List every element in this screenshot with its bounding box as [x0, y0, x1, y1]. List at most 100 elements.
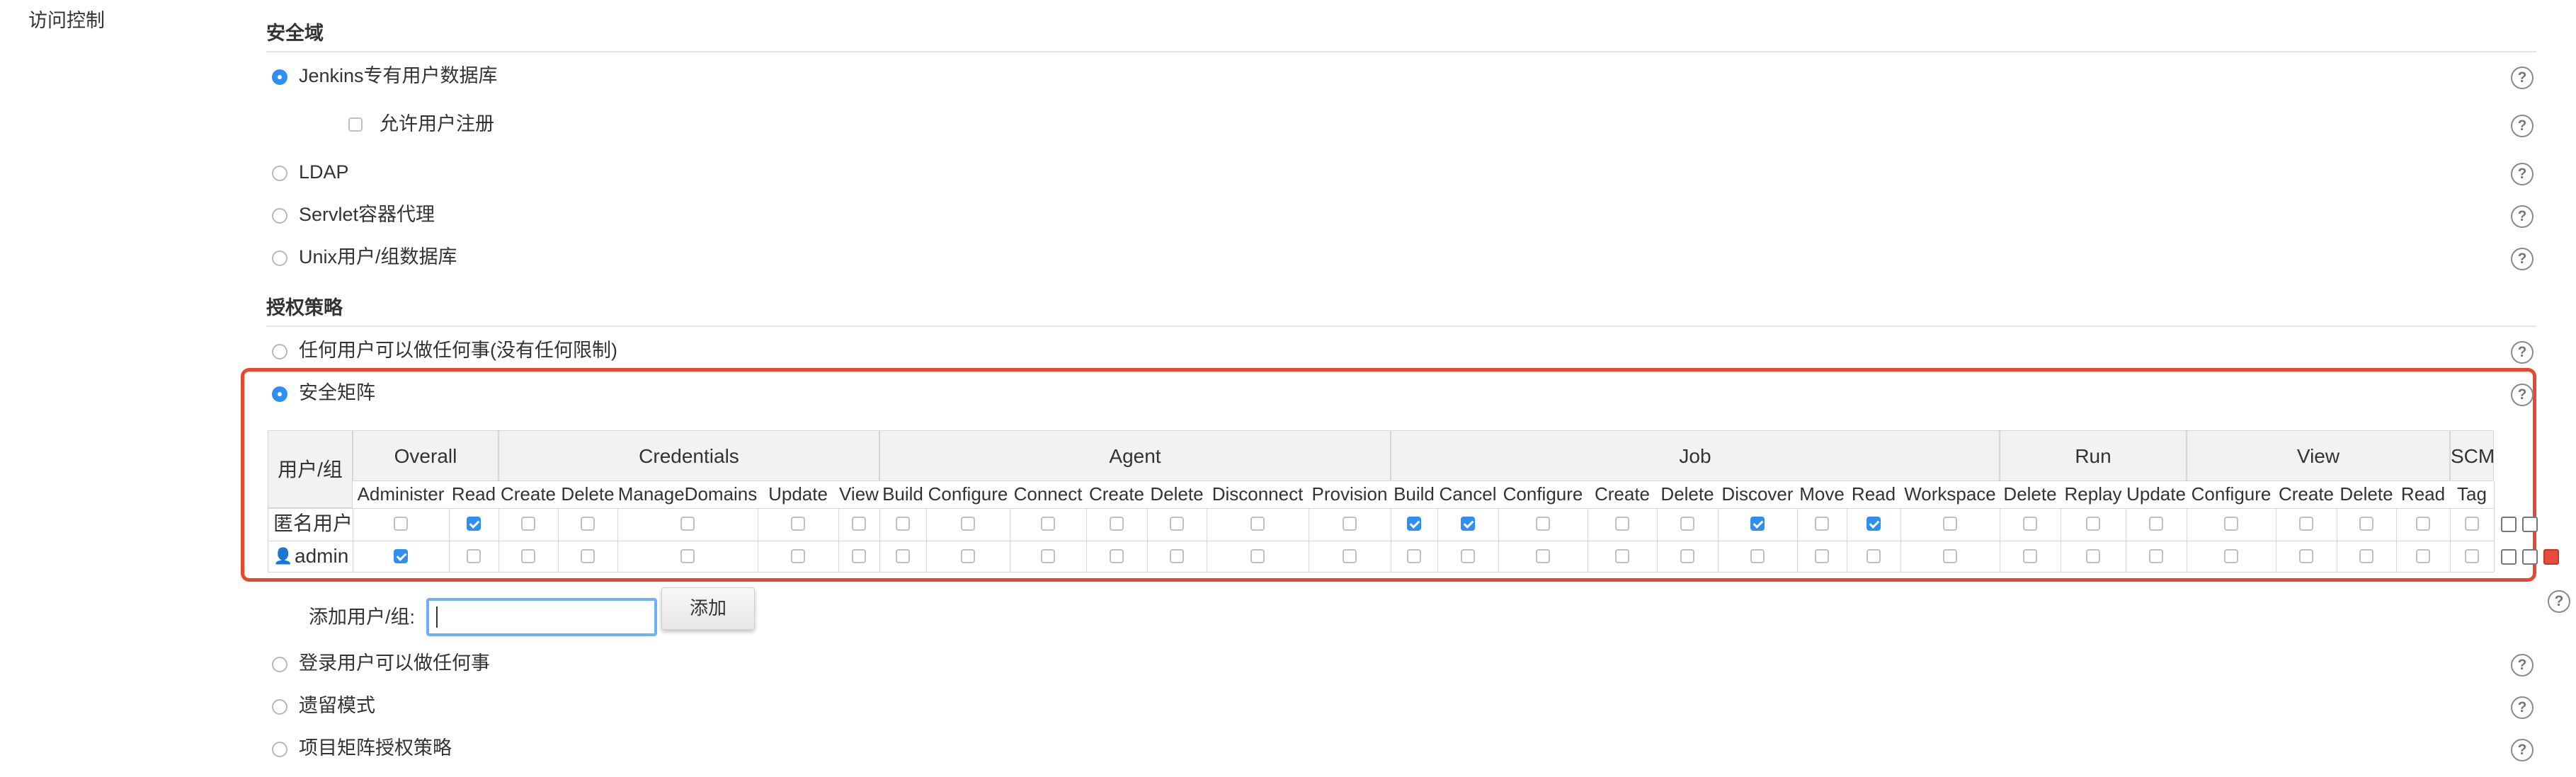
- permission-checkbox[interactable]: [1815, 549, 1829, 563]
- help-icon[interactable]: ?: [2511, 67, 2534, 89]
- permission-checkbox[interactable]: [581, 549, 595, 563]
- help-icon[interactable]: ?: [2511, 163, 2534, 185]
- permission-checkbox[interactable]: [1943, 549, 1957, 563]
- auth-radio-anyone[interactable]: [272, 344, 287, 359]
- permission-checkbox[interactable]: [1750, 549, 1765, 563]
- help-icon[interactable]: ?: [2511, 341, 2534, 364]
- permission-checkbox[interactable]: [1110, 549, 1124, 563]
- copy-icon[interactable]: [2522, 517, 2538, 532]
- permission-checkbox[interactable]: [1041, 549, 1055, 563]
- permission-checkbox[interactable]: [2023, 517, 2037, 531]
- add-user-input[interactable]: [426, 598, 657, 636]
- help-icon[interactable]: ?: [2511, 696, 2534, 719]
- permission-checkbox[interactable]: [394, 549, 408, 563]
- help-icon[interactable]: ?: [2511, 384, 2534, 406]
- permission-checkbox[interactable]: [1943, 517, 1957, 531]
- allow-signup-checkbox[interactable]: [348, 117, 363, 132]
- permission-checkbox[interactable]: [1536, 549, 1550, 563]
- help-icon[interactable]: ?: [2511, 654, 2534, 677]
- permission-checkbox[interactable]: [2465, 517, 2479, 531]
- permission-checkbox[interactable]: [852, 517, 866, 531]
- permission-checkbox[interactable]: [2465, 549, 2479, 563]
- matrix-perm-credentials-managedomains: ManageDomains: [617, 483, 758, 505]
- permission-checkbox[interactable]: [2299, 549, 2313, 563]
- help-icon[interactable]: ?: [2511, 115, 2534, 137]
- help-icon[interactable]: ?: [2548, 590, 2570, 613]
- realm-radio-jenkins-db[interactable]: [272, 69, 287, 85]
- auth-radio-matrix[interactable]: [272, 386, 287, 402]
- help-icon[interactable]: ?: [2511, 205, 2534, 228]
- permission-checkbox[interactable]: [2149, 517, 2163, 531]
- permission-checkbox[interactable]: [1867, 549, 1881, 563]
- matrix-perm-credentials-delete: Delete: [561, 483, 615, 505]
- check-all-icon[interactable]: [2501, 549, 2517, 565]
- permission-checkbox[interactable]: [1461, 517, 1475, 531]
- permission-checkbox[interactable]: [896, 517, 910, 531]
- permission-checkbox[interactable]: [2023, 549, 2037, 563]
- permission-checkbox[interactable]: [467, 517, 481, 531]
- auth-radio-logged-in[interactable]: [272, 657, 287, 672]
- auth-radio-project-matrix[interactable]: [272, 742, 287, 757]
- permission-checkbox[interactable]: [1407, 517, 1421, 531]
- auth-radio-legacy[interactable]: [272, 699, 287, 715]
- check-all-icon[interactable]: [2501, 517, 2517, 532]
- auth-label-project-matrix: 项目矩阵授权策略: [299, 737, 452, 759]
- grid-line: [838, 508, 839, 572]
- permission-checkbox[interactable]: [791, 549, 805, 563]
- permission-checkbox[interactable]: [680, 517, 695, 531]
- permission-checkbox[interactable]: [1615, 549, 1629, 563]
- permission-checkbox[interactable]: [1250, 517, 1265, 531]
- permission-checkbox[interactable]: [2416, 549, 2430, 563]
- auth-label-matrix: 安全矩阵: [299, 382, 375, 403]
- permission-checkbox[interactable]: [521, 549, 535, 563]
- permission-checkbox[interactable]: [1680, 549, 1694, 563]
- permission-checkbox[interactable]: [2224, 517, 2238, 531]
- permission-checkbox[interactable]: [961, 517, 975, 531]
- permission-checkbox[interactable]: [467, 549, 481, 563]
- section-label-access-control: 访问控制: [28, 10, 105, 31]
- grid-line: [926, 508, 927, 572]
- permission-checkbox[interactable]: [2086, 517, 2100, 531]
- permission-checkbox[interactable]: [1170, 549, 1184, 563]
- permission-checkbox[interactable]: [1615, 517, 1629, 531]
- permission-checkbox[interactable]: [2299, 517, 2313, 531]
- permission-checkbox[interactable]: [2416, 517, 2430, 531]
- permission-checkbox[interactable]: [1867, 517, 1881, 531]
- realm-radio-ldap[interactable]: [272, 166, 287, 181]
- permission-checkbox[interactable]: [1815, 517, 1829, 531]
- remove-icon[interactable]: [2543, 549, 2559, 565]
- permission-checkbox[interactable]: [1461, 549, 1475, 563]
- permission-checkbox[interactable]: [852, 549, 866, 563]
- grid-line: [879, 508, 880, 572]
- permission-checkbox[interactable]: [1041, 517, 1055, 531]
- permission-checkbox[interactable]: [1250, 549, 1265, 563]
- permission-checkbox[interactable]: [1343, 549, 1357, 563]
- add-user-button[interactable]: 添加: [661, 587, 755, 630]
- matrix-perm-run-delete: Delete: [2003, 483, 2057, 505]
- permission-checkbox[interactable]: [961, 549, 975, 563]
- permission-checkbox[interactable]: [581, 517, 595, 531]
- permission-checkbox[interactable]: [896, 549, 910, 563]
- permission-checkbox[interactable]: [680, 549, 695, 563]
- permission-checkbox[interactable]: [2359, 517, 2373, 531]
- permission-checkbox[interactable]: [1343, 517, 1357, 531]
- permission-checkbox[interactable]: [394, 517, 408, 531]
- copy-icon[interactable]: [2522, 549, 2538, 565]
- permission-checkbox[interactable]: [2086, 549, 2100, 563]
- permission-checkbox[interactable]: [2224, 549, 2238, 563]
- permission-checkbox[interactable]: [1750, 517, 1765, 531]
- permission-checkbox[interactable]: [1407, 549, 1421, 563]
- permission-checkbox[interactable]: [2359, 549, 2373, 563]
- permission-checkbox[interactable]: [791, 517, 805, 531]
- realm-radio-unix[interactable]: [272, 251, 287, 266]
- permission-checkbox[interactable]: [1536, 517, 1550, 531]
- permission-checkbox[interactable]: [2149, 549, 2163, 563]
- permission-checkbox[interactable]: [1110, 517, 1124, 531]
- permission-checkbox[interactable]: [521, 517, 535, 531]
- permission-checkbox[interactable]: [1170, 517, 1184, 531]
- help-icon[interactable]: ?: [2511, 248, 2534, 270]
- permission-checkbox[interactable]: [1680, 517, 1694, 531]
- help-icon[interactable]: ?: [2511, 739, 2534, 761]
- realm-radio-servlet[interactable]: [272, 208, 287, 224]
- realm-label-unix: Unix用户/组数据库: [299, 246, 457, 267]
